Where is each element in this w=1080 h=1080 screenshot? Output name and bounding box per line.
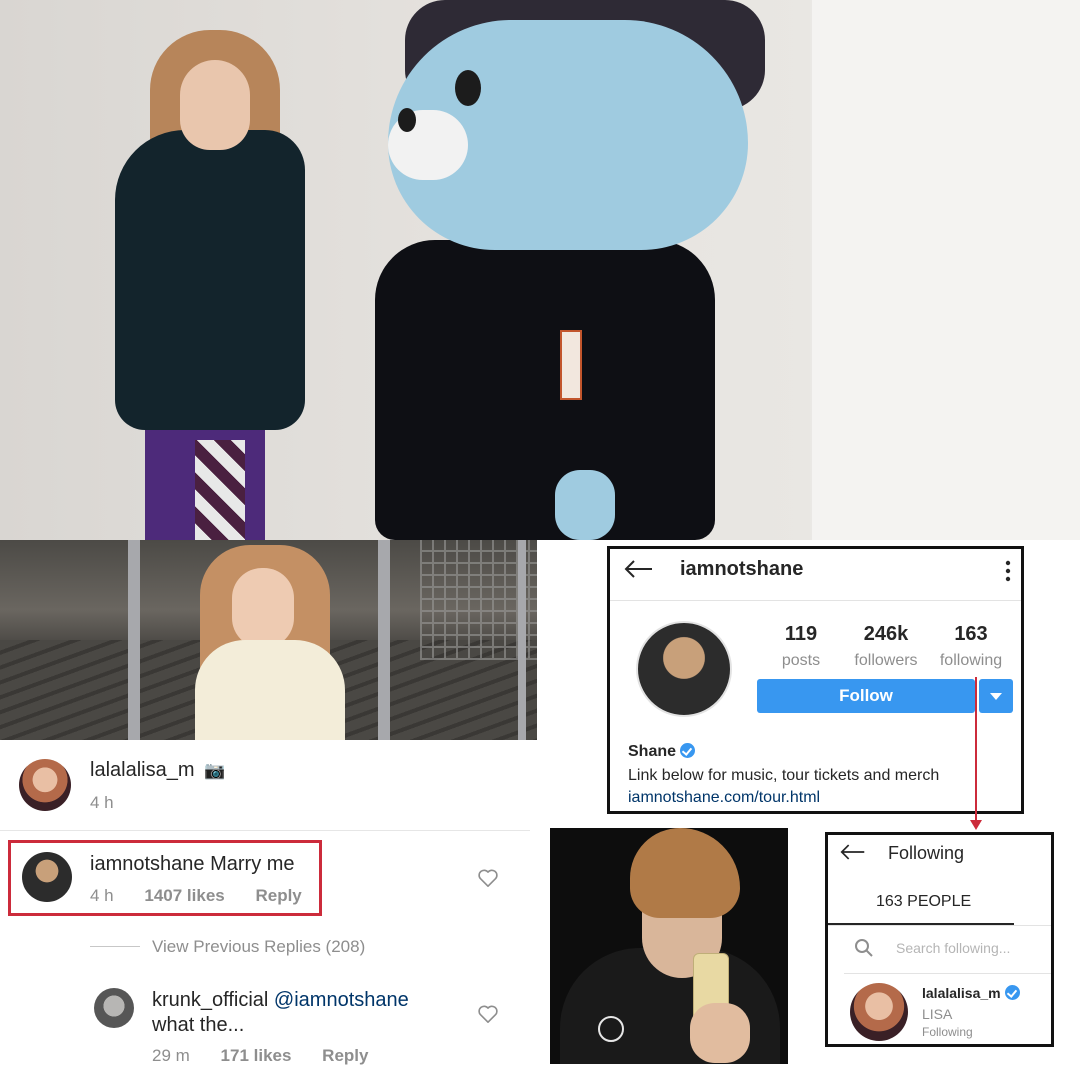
reply-button[interactable]: Reply bbox=[255, 886, 301, 905]
comment-text: Marry me bbox=[210, 853, 295, 875]
divider bbox=[828, 925, 1051, 926]
comment-time: 29 m bbox=[152, 1046, 190, 1065]
comment-likes[interactable]: 171 likes bbox=[221, 1046, 292, 1065]
girl-shirt bbox=[195, 640, 345, 740]
pole bbox=[518, 540, 526, 740]
avatar[interactable] bbox=[22, 852, 72, 902]
bear-nose bbox=[398, 108, 416, 132]
annotation-arrow-head bbox=[970, 820, 982, 830]
verified-badge-icon bbox=[680, 743, 696, 758]
comment-username[interactable]: iamnotshane bbox=[90, 853, 205, 875]
stat-value: 246k bbox=[863, 623, 909, 645]
stat-label: followers bbox=[854, 652, 918, 669]
selfie-photo bbox=[550, 828, 788, 1064]
following-full-name: LISA bbox=[922, 1006, 953, 1022]
profile-username: iamnotshane bbox=[680, 558, 804, 580]
comment-meta: 4 h 1407 likes Reply bbox=[90, 886, 302, 906]
profile-bio: Link below for music, tour tickets and m… bbox=[628, 767, 940, 784]
stat-posts[interactable]: 119 posts bbox=[761, 623, 841, 670]
post-author-name[interactable]: lalalalisa_m bbox=[90, 759, 195, 781]
girl-pants-stripe bbox=[195, 440, 245, 540]
girl-jacket bbox=[115, 130, 305, 430]
stat-value: 119 bbox=[784, 623, 818, 645]
following-screenshot: Following 163 PEOPLE lalalalisa_m LISA F… bbox=[825, 832, 1054, 1047]
following-username[interactable]: lalalalisa_m bbox=[922, 985, 1020, 1001]
girl-face bbox=[180, 60, 250, 150]
profile-name: Shane bbox=[628, 743, 696, 761]
stat-label: following bbox=[939, 652, 1003, 669]
profile-avatar[interactable] bbox=[636, 621, 732, 717]
divider bbox=[844, 973, 1051, 974]
arrow-left-icon[interactable] bbox=[840, 843, 866, 861]
stat-following[interactable]: 163 following bbox=[931, 623, 1011, 670]
avatar[interactable] bbox=[19, 759, 71, 811]
reply-comment: krunk_official @iamnotshane bbox=[152, 989, 409, 1012]
comment-username[interactable]: krunk_official bbox=[152, 989, 268, 1011]
bear-body bbox=[375, 240, 715, 540]
comment: iamnotshane Marry me bbox=[90, 853, 295, 876]
comment-section: lalalalisa_m 📷 4 h iamnotshane Marry me … bbox=[0, 740, 537, 1080]
comment-time: 4 h bbox=[90, 886, 114, 905]
annotation-arrow-line bbox=[975, 677, 977, 823]
follow-button[interactable]: Follow bbox=[757, 679, 975, 713]
sad-face-logo-icon bbox=[598, 1016, 624, 1042]
hand bbox=[690, 1003, 750, 1063]
stat-label: posts bbox=[781, 652, 821, 669]
post-author: lalalalisa_m 📷 bbox=[90, 759, 225, 782]
stat-followers[interactable]: 246k followers bbox=[846, 623, 926, 670]
post-photo bbox=[0, 540, 537, 740]
profile-display-name: Shane bbox=[628, 743, 677, 760]
comment-meta: 29 m 171 likes Reply bbox=[152, 1046, 368, 1066]
wall-shade bbox=[812, 0, 1080, 540]
post-time: 4 h bbox=[90, 793, 114, 812]
heart-icon[interactable] bbox=[477, 1004, 499, 1024]
following-status: Following bbox=[922, 1025, 973, 1039]
chevron-down-icon[interactable] bbox=[979, 679, 1013, 713]
search-icon bbox=[855, 939, 873, 957]
view-previous-replies-link[interactable]: View Previous Replies (208) bbox=[152, 937, 365, 957]
replies-line bbox=[90, 946, 140, 947]
avatar[interactable] bbox=[850, 983, 908, 1041]
profile-link[interactable]: iamnotshane.com/tour.html bbox=[628, 789, 820, 807]
bear-tag bbox=[560, 330, 582, 400]
verified-badge-icon bbox=[1004, 985, 1020, 1000]
bear-hand bbox=[555, 470, 615, 540]
profile-screenshot: iamnotshane 119 posts 246k followers 163… bbox=[607, 546, 1024, 814]
following-title: Following bbox=[888, 843, 965, 863]
divider bbox=[0, 830, 530, 831]
reply-button[interactable]: Reply bbox=[322, 1046, 368, 1065]
following-username-text: lalalalisa_m bbox=[922, 985, 1001, 1001]
avatar[interactable] bbox=[94, 988, 134, 1028]
comment-likes[interactable]: 1407 likes bbox=[144, 886, 224, 905]
arrow-left-icon[interactable] bbox=[624, 559, 654, 579]
profile-header: iamnotshane bbox=[610, 549, 1021, 601]
mention-link[interactable]: @iamnotshane bbox=[274, 989, 409, 1011]
comment-text: what the... bbox=[152, 1014, 245, 1036]
pole bbox=[378, 540, 390, 740]
bear-eye bbox=[455, 70, 481, 106]
camera-flash-icon: 📷 bbox=[204, 761, 226, 780]
pole bbox=[128, 540, 140, 740]
following-header: Following bbox=[828, 835, 1051, 875]
stat-value: 163 bbox=[954, 623, 988, 645]
heart-icon[interactable] bbox=[477, 868, 499, 888]
hair bbox=[630, 828, 740, 918]
more-vertical-icon[interactable] bbox=[1005, 559, 1011, 583]
following-count-tab[interactable]: 163 PEOPLE bbox=[876, 893, 971, 911]
top-photo bbox=[0, 0, 1080, 540]
search-following-input[interactable] bbox=[896, 940, 1036, 956]
girl-face bbox=[232, 568, 294, 648]
